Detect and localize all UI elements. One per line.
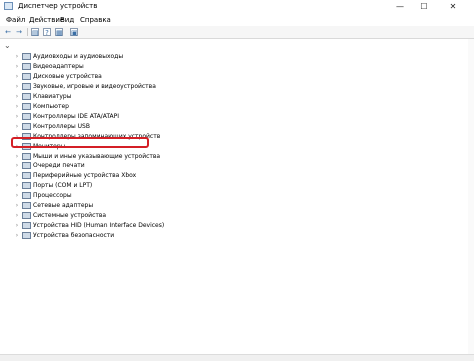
expand-chevron-icon[interactable]: › <box>14 52 20 61</box>
tree-item[interactable]: › Звуковые, игровые и видеоустройства <box>14 82 314 91</box>
tree-item-label: Очереди печати <box>33 162 85 170</box>
keyboard-icon <box>22 92 31 100</box>
tree-item[interactable]: › Дисковые устройства <box>14 72 314 81</box>
tree-item-label: Контроллеры USB <box>33 122 90 130</box>
vertical-scrollbar[interactable] <box>468 39 474 354</box>
tree-item[interactable]: › Аудиовходы и аудиовыходы <box>14 52 314 61</box>
audio-io-icon <box>22 53 31 60</box>
hid-icon <box>22 222 31 230</box>
expand-chevron-icon[interactable]: › <box>14 92 20 101</box>
sound-icon <box>22 82 31 90</box>
system-device-icon <box>22 212 31 220</box>
tree-item-label: Сетевые адаптеры <box>33 202 94 210</box>
tree-item[interactable]: › Системные устройства <box>14 211 314 220</box>
print-queue-icon <box>22 162 31 170</box>
tree-item[interactable]: › Порты (COM и LPT) <box>14 181 314 190</box>
tree-item[interactable]: › Процессоры <box>14 191 314 200</box>
help-icon[interactable]: ? <box>43 28 51 37</box>
tree-item-label: Периферийные устройства Xbox <box>33 172 137 180</box>
forward-arrow-icon[interactable]: → <box>15 28 23 36</box>
toolbar-separator <box>27 28 28 36</box>
expand-chevron-icon[interactable]: › <box>14 161 20 170</box>
expand-chevron-icon[interactable]: › <box>14 72 20 81</box>
device-manager-icon <box>4 2 13 10</box>
update-driver-icon[interactable]: ▦ <box>55 28 63 37</box>
toolbar: ← → ▤ ? ▦ ▣ <box>0 26 474 39</box>
ide-controller-icon <box>22 112 31 120</box>
tree-item-label: Видеоадаптеры <box>33 62 84 70</box>
menu-view[interactable]: Вид <box>60 15 74 25</box>
mouse-icon <box>22 152 31 160</box>
properties-icon[interactable]: ▤ <box>31 28 39 37</box>
expand-chevron-icon[interactable]: › <box>14 102 20 111</box>
tree-item[interactable]: › Устройства безопасности <box>14 231 314 240</box>
tree-item-label: Звуковые, игровые и видеоустройства <box>33 82 156 90</box>
root-collapse-icon[interactable]: ⌄ <box>4 41 11 51</box>
tree-item[interactable]: › Компьютер <box>14 102 314 111</box>
close-button[interactable]: ✕ <box>436 0 470 13</box>
xbox-icon <box>22 172 31 180</box>
disk-drive-icon <box>22 72 31 80</box>
display-adapter-icon <box>22 62 31 70</box>
expand-chevron-icon[interactable]: › <box>14 181 20 190</box>
menu-action[interactable]: Действие <box>29 15 64 25</box>
tree-item-label: Компьютер <box>33 102 69 110</box>
expand-chevron-icon[interactable]: › <box>14 122 20 131</box>
expand-chevron-icon[interactable]: › <box>14 62 20 71</box>
tree-item-label: Аудиовходы и аудиовыходы <box>33 53 124 60</box>
tree-item-label: Клавиатуры <box>33 92 72 100</box>
tree-item[interactable]: › Мыши и иные указывающие устройства <box>14 152 314 161</box>
expand-chevron-icon[interactable]: › <box>14 221 20 230</box>
expand-chevron-icon[interactable]: › <box>14 231 20 240</box>
tree-item-label: Дисковые устройства <box>33 72 102 80</box>
tree-item-label: Устройства HID (Human Interface Devices) <box>33 222 165 230</box>
menu-file[interactable]: Файл <box>6 15 25 25</box>
back-arrow-icon[interactable]: ← <box>4 28 12 36</box>
tree-item[interactable]: › Видеоадаптеры <box>14 62 314 71</box>
tree-item[interactable]: › Клавиатуры <box>14 92 314 101</box>
mouse-category-highlight <box>11 137 149 148</box>
tree-item[interactable]: › Устройства HID (Human Interface Devices… <box>14 221 314 230</box>
tree-item[interactable]: › Контроллеры IDE ATA/ATAPI <box>14 112 314 121</box>
expand-chevron-icon[interactable]: › <box>14 152 20 161</box>
port-icon <box>22 182 31 190</box>
expand-chevron-icon[interactable]: › <box>14 201 20 210</box>
security-device-icon <box>22 232 31 240</box>
tree-item-label: Мыши и иные указывающие устройства <box>33 152 161 160</box>
processor-icon <box>22 192 31 200</box>
computer-icon <box>22 102 31 110</box>
tree-item[interactable]: › Очереди печати <box>14 161 314 170</box>
expand-chevron-icon[interactable]: › <box>14 112 20 121</box>
tree-item-label: Контроллеры IDE ATA/ATAPI <box>33 112 120 120</box>
menu-bar: Файл Действие Вид Справка <box>0 14 474 26</box>
device-tree: ⌄ › Аудиовходы и аудиовыходы › Видеоадаптер… <box>0 39 474 360</box>
network-icon <box>22 202 31 210</box>
tree-item-label: Процессоры <box>33 192 72 200</box>
usb-icon <box>22 122 31 130</box>
menu-help[interactable]: Справка <box>80 15 111 25</box>
tree-item[interactable]: › Периферийные устройства Xbox <box>14 171 314 180</box>
tree-item-label: Системные устройства <box>33 212 107 220</box>
maximize-button[interactable]: ☐ <box>412 0 436 13</box>
title-bar: Диспетчер устройств — ☐ ✕ <box>0 0 474 15</box>
expand-chevron-icon[interactable]: › <box>14 211 20 220</box>
tree-item[interactable]: › Контроллеры USB <box>14 122 314 131</box>
tree-item-label: Порты (COM и LPT) <box>33 182 93 190</box>
monitor-icon[interactable]: ▣ <box>70 28 78 37</box>
window-title: Диспетчер устройств <box>18 2 98 10</box>
expand-chevron-icon[interactable]: › <box>14 171 20 180</box>
minimize-button[interactable]: — <box>388 0 412 13</box>
expand-chevron-icon[interactable]: › <box>14 82 20 91</box>
tree-item[interactable]: › Сетевые адаптеры <box>14 201 314 210</box>
tree-item-label: Устройства безопасности <box>33 232 115 240</box>
expand-chevron-icon[interactable]: › <box>14 191 20 200</box>
